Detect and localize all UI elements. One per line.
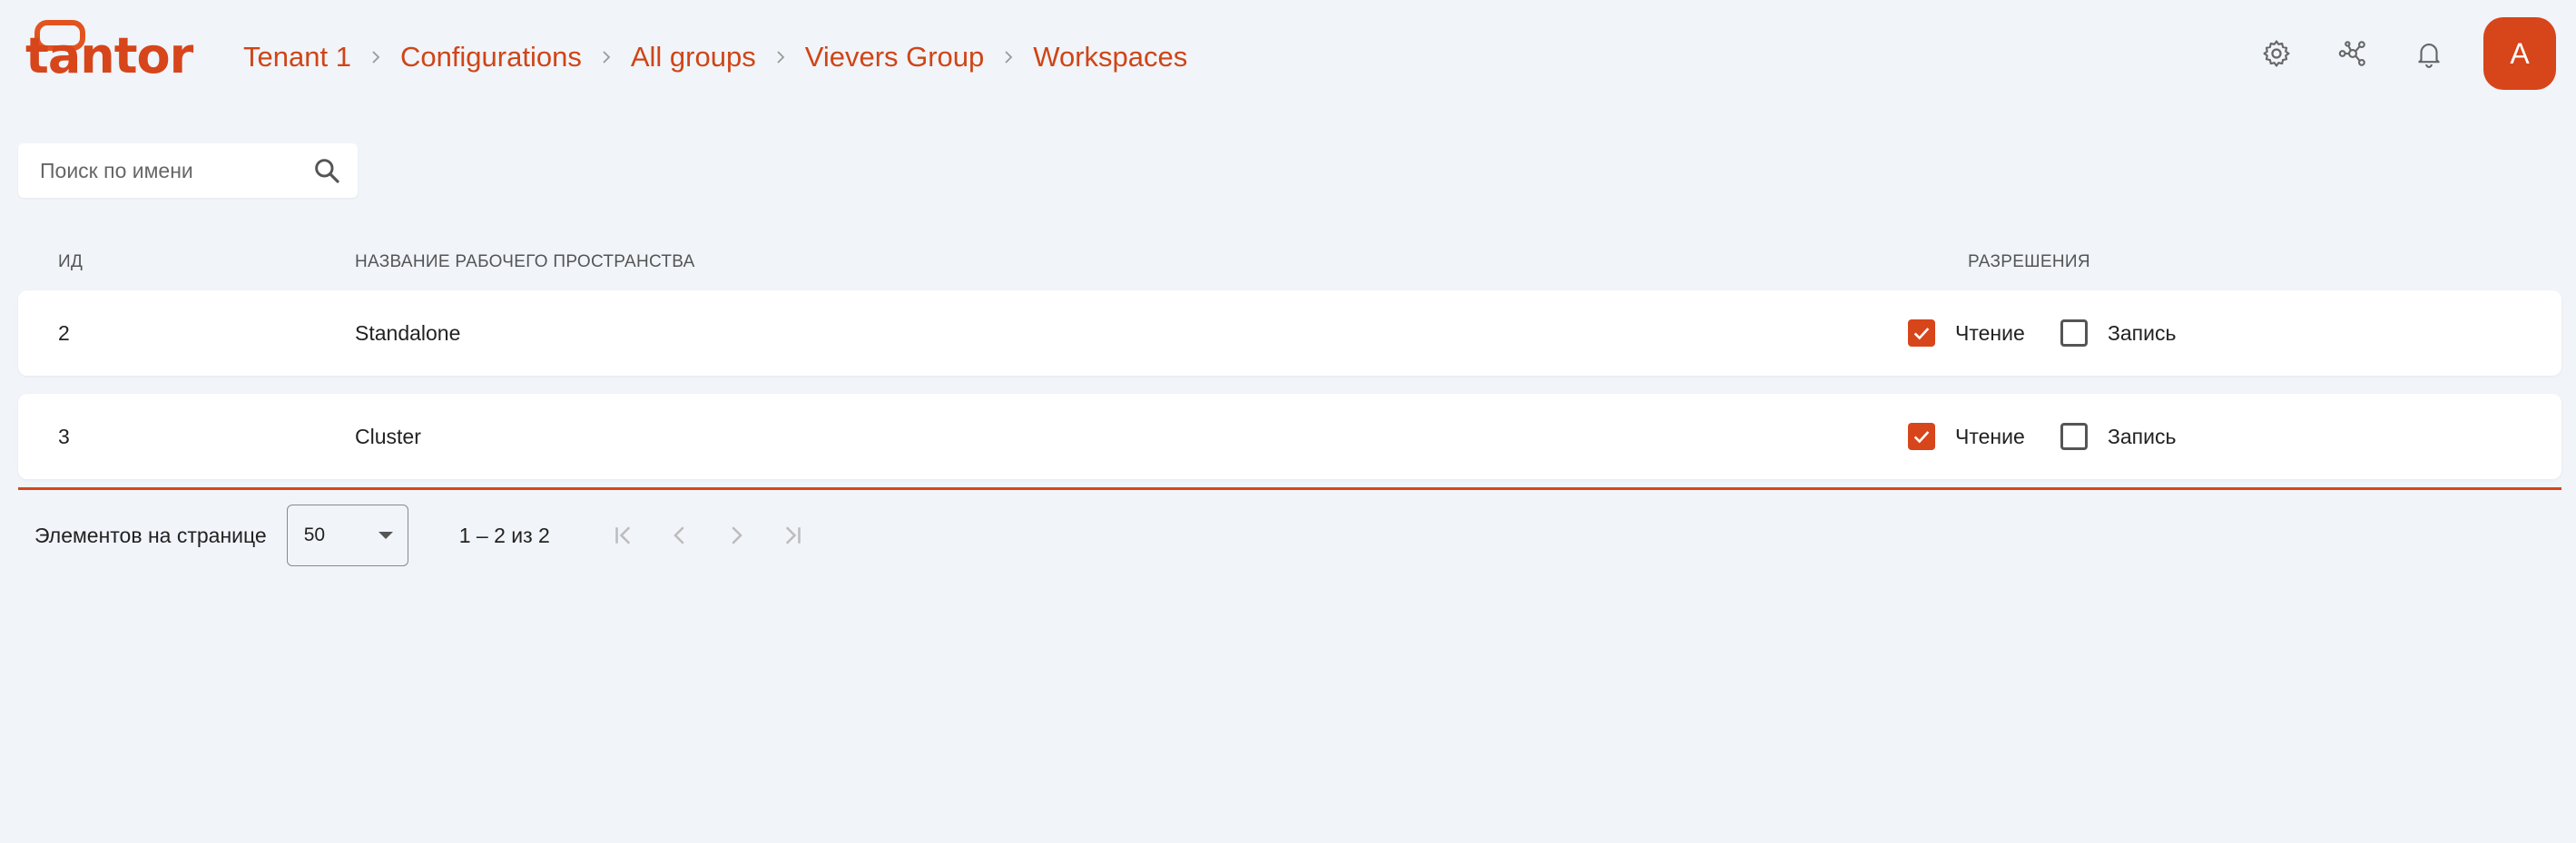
settings-button[interactable] [2251, 28, 2302, 79]
first-page-icon [615, 526, 630, 544]
read-checkbox[interactable] [1908, 423, 1935, 450]
chevron-right-icon [984, 44, 1033, 71]
write-label: Запись [2108, 320, 2177, 345]
table-row: 2 Standalone Чтение Запись [18, 290, 2561, 376]
gear-icon [2263, 40, 2290, 67]
tantor-logo[interactable]: tantor [25, 20, 193, 85]
next-page-button[interactable] [721, 520, 752, 551]
column-header-permissions: РАЗРЕШЕНИЯ [1968, 252, 2090, 271]
app-header: tantor Tenant 1 Configurations All group… [0, 0, 2576, 118]
write-checkbox[interactable] [2060, 423, 2088, 450]
header-actions: A [2251, 16, 2556, 91]
search-input[interactable] [40, 158, 303, 183]
check-icon [1913, 431, 1930, 444]
dropdown-arrow-icon [378, 532, 393, 539]
breadcrumb-all-groups[interactable]: All groups [631, 41, 756, 74]
write-permission[interactable]: Запись [2060, 394, 2176, 479]
chevron-right-icon [582, 44, 631, 71]
page-range-label: 1 – 2 из 2 [458, 523, 550, 547]
search-field [18, 143, 358, 198]
topology-button[interactable] [2327, 28, 2378, 79]
breadcrumb: Tenant 1 Configurations All groups Vieve… [243, 36, 1187, 78]
last-page-button[interactable] [777, 520, 808, 551]
write-checkbox[interactable] [2060, 319, 2088, 347]
table-divider [18, 487, 2561, 490]
items-per-page-label: Элементов на странице [34, 523, 267, 547]
notifications-button[interactable] [2404, 28, 2454, 79]
bell-icon [2418, 44, 2440, 68]
breadcrumb-tenant[interactable]: Tenant 1 [243, 41, 351, 74]
search-icon[interactable] [312, 156, 341, 185]
write-permission[interactable]: Запись [2060, 290, 2176, 376]
read-permission[interactable]: Чтение [1908, 290, 2025, 376]
table-row: 3 Cluster Чтение Запись [18, 394, 2561, 479]
previous-page-button[interactable] [664, 520, 695, 551]
row-name: Standalone [355, 320, 461, 345]
row-id: 3 [58, 424, 70, 448]
table-header: ИД НАЗВАНИЕ РАБОЧЕГО ПРОСТРАНСТВА РАЗРЕШ… [18, 247, 2561, 279]
paginator: Элементов на странице 50 1 – 2 из 2 [18, 505, 808, 566]
chevron-right-icon [732, 526, 742, 544]
page-navigation [608, 520, 808, 551]
breadcrumb-group[interactable]: Vievers Group [805, 41, 985, 74]
breadcrumb-workspaces: Workspaces [1033, 41, 1188, 73]
column-header-id[interactable]: ИД [58, 252, 83, 272]
read-checkbox[interactable] [1908, 319, 1935, 347]
network-icon [2338, 41, 2365, 66]
page-size-value: 50 [303, 524, 326, 545]
write-label: Запись [2108, 424, 2177, 448]
chevron-right-icon [756, 44, 805, 71]
read-permission[interactable]: Чтение [1908, 394, 2025, 479]
column-header-name[interactable]: НАЗВАНИЕ РАБОЧЕГО ПРОСТРАНСТВА [355, 252, 695, 272]
row-name: Cluster [355, 424, 421, 448]
check-icon [1913, 328, 1930, 340]
first-page-button[interactable] [608, 520, 639, 551]
page-size-select[interactable]: 50 [286, 505, 408, 566]
read-label: Чтение [1955, 424, 2025, 448]
user-avatar[interactable]: A [2483, 17, 2556, 90]
read-label: Чтение [1955, 320, 2025, 345]
breadcrumb-configurations[interactable]: Configurations [400, 41, 582, 74]
logo-text: tantor [25, 27, 193, 84]
chevron-left-icon [673, 526, 684, 544]
last-page-icon [785, 526, 801, 544]
chevron-right-icon [351, 44, 400, 71]
row-id: 2 [58, 320, 70, 345]
